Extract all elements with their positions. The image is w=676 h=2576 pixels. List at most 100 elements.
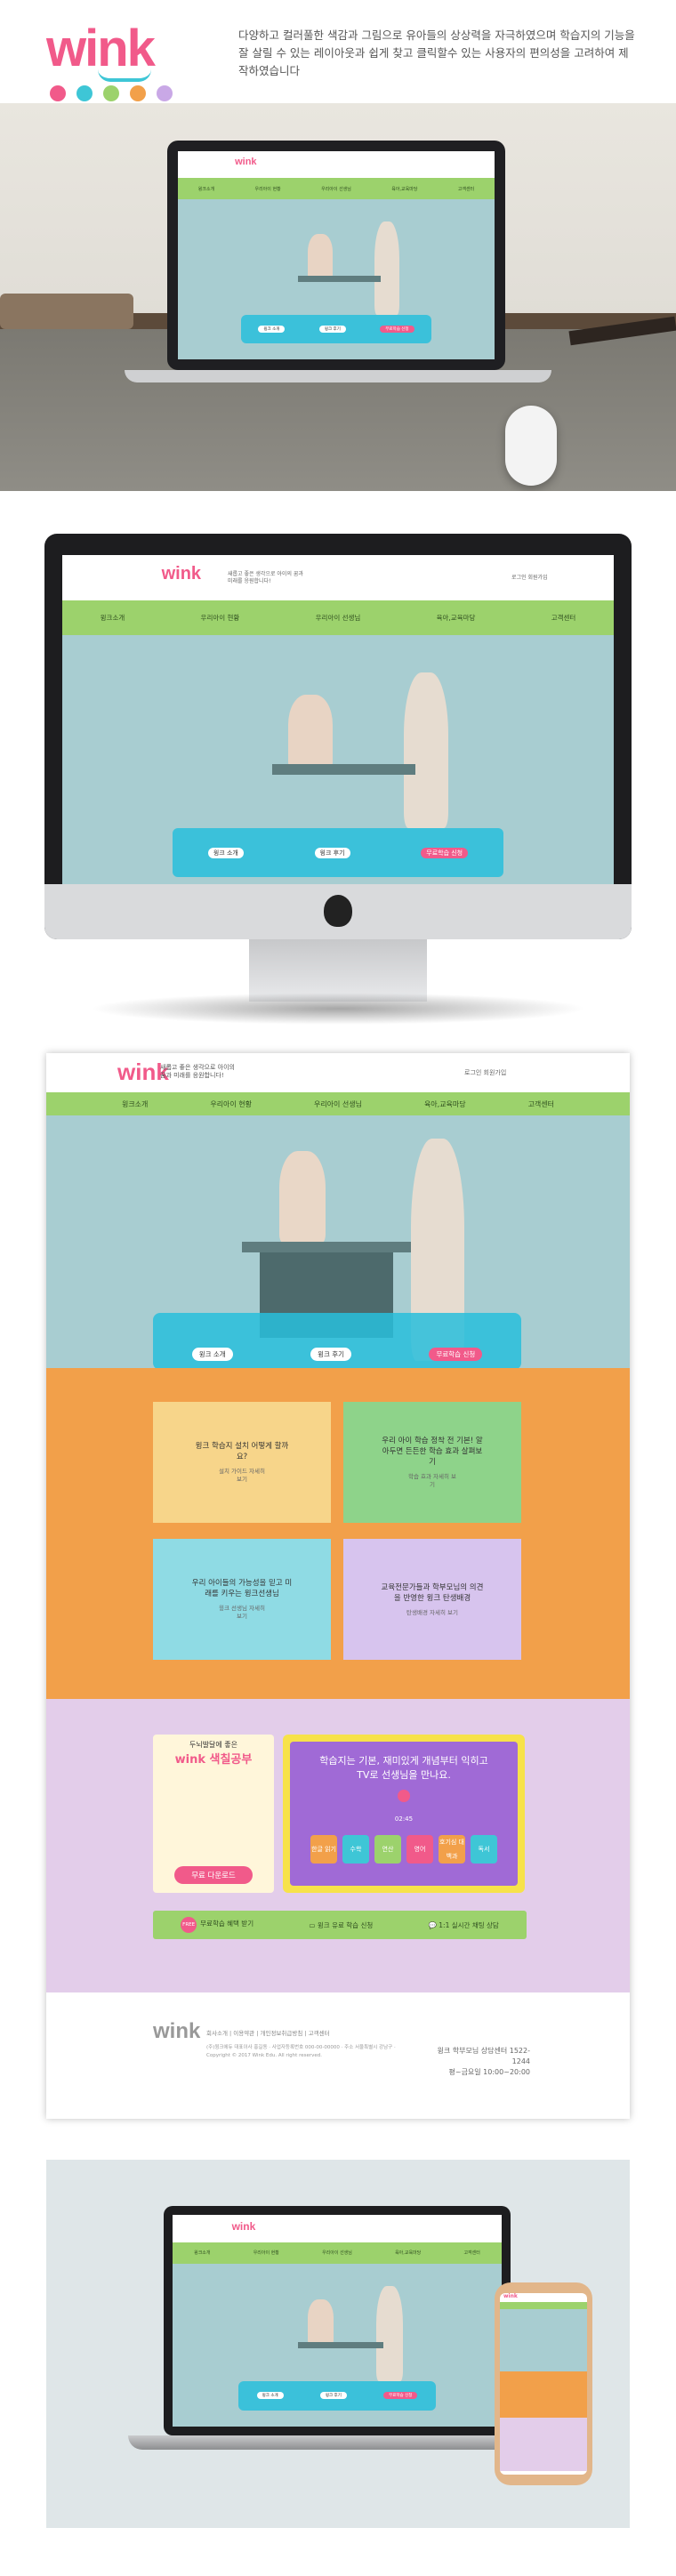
mini-logo: wink xyxy=(235,157,257,168)
phone-logo: wink xyxy=(503,2293,518,2299)
free-trial-button[interactable]: 무료학습 신청 xyxy=(380,325,414,333)
mini-nav-item[interactable]: 고객센터 xyxy=(551,613,576,623)
intro-button[interactable]: 윙크 소개 xyxy=(207,847,244,858)
content-section: 두뇌발달에 좋은 wink 색칠공부 무료 다운로드 학습지는 기본, 재미있게… xyxy=(46,1699,630,1992)
teacher-figure xyxy=(404,672,448,829)
card-teacher[interactable]: 우리 아이들의 가능성을 믿고 미래를 키우는 윙크선생님 윙크 선생님 자세히… xyxy=(153,1539,331,1660)
hero-button-bar: 윙크 소개 윙크 후기 무료학습 신청 xyxy=(153,1313,521,1370)
card-title: 우리 아이 학습 정착 전 기본! 알아두면 든든한 학습 효과 살펴보기 xyxy=(382,1437,483,1467)
laptop-screen: wink 윙크소개 우리아이 현황 우리아이 선생님 육아,교육마당 고객센터 … xyxy=(167,141,505,370)
mini-nav-item[interactable]: 우리아이 선생님 xyxy=(316,613,361,623)
card-more[interactable]: 탄생배경 자세히 보기 xyxy=(406,1609,459,1617)
tv-line-2: TV로 선생님을 만나요. xyxy=(357,1769,451,1781)
nav-item-teacher[interactable]: 우리아이 선생님 xyxy=(314,1099,362,1109)
download-button[interactable]: 무료 다운로드 xyxy=(174,1866,253,1884)
wood-block xyxy=(0,294,133,329)
site-header: wink 새롭고 좋은 생각으로 아이의 꿈과 미래를 응원합니다! 로그인 회… xyxy=(46,1053,630,1092)
footer-links[interactable]: 회사소개 | 이용약관 | 개인정보취급방침 | 고객센터 xyxy=(206,2028,330,2037)
mini-nav-item[interactable]: 우리아이 현황 xyxy=(254,186,280,192)
intro-button[interactable]: 윙크 소개 xyxy=(256,2392,284,2400)
chip-reading[interactable]: 독서 xyxy=(471,1835,497,1864)
logo-dot-cyan xyxy=(76,85,93,101)
review-button[interactable]: 윙크 후기 xyxy=(319,2392,347,2400)
main-nav: 윙크소개 우리아이 현황 우리아이 선생님 육아,교육마당 고객센터 xyxy=(46,1092,630,1115)
free-trial-button[interactable]: 무료학습 신청 xyxy=(421,847,469,858)
card-title: 우리 아이들의 가능성을 믿고 미래를 키우는 윙크선생님 xyxy=(191,1579,293,1598)
mini-nav-item[interactable]: 고객센터 xyxy=(458,186,474,192)
util-links[interactable]: 로그인 회원가입 xyxy=(464,1068,506,1077)
review-button[interactable]: 윙크 후기 xyxy=(310,1348,352,1361)
desk xyxy=(271,764,415,776)
card-title: 교육전문가들과 학부모님의 의견을 반영한 윙크 탄생배경 xyxy=(381,1582,484,1603)
mini-hero: 윙크 소개 윙크 후기 무료학습 신청 xyxy=(178,198,495,359)
review-button[interactable]: 윙크 후기 xyxy=(314,847,350,858)
coloring-book-banner[interactable]: 두뇌발달에 좋은 wink 색칠공부 무료 다운로드 xyxy=(153,1735,274,1893)
mini-nav-item[interactable]: 우리아이 현황 xyxy=(254,2250,279,2256)
mini-nav-item[interactable]: 육아,교육마당 xyxy=(391,186,417,192)
imac-screen: wink 새롭고 좋은 생각으로 아이의 꿈과 미래를 응원합니다! 로그인 회… xyxy=(62,555,614,904)
nav-item-intro[interactable]: 윙크소개 xyxy=(122,1099,148,1109)
mini-site: wink 새롭고 좋은 생각으로 아이의 꿈과 미래를 응원합니다! 로그인 회… xyxy=(62,555,614,904)
intro-description: 다양하고 컬러풀한 색감과 그림으로 유아들의 상상력을 자극하였으며 학습지의… xyxy=(238,28,635,77)
footer-info: (주)윙크에듀 대표이사 홍길동 · 사업자등록번호 000-00-00000 … xyxy=(206,2045,396,2058)
wink-logo: wink xyxy=(46,23,197,103)
mini-nav-item[interactable]: 우리아이 현황 xyxy=(201,613,240,623)
card-effect[interactable]: 우리 아이 학습 정착 전 기본! 알아두면 든든한 학습 효과 살펴보기 학습… xyxy=(343,1402,521,1523)
mini-nav-item[interactable]: 육아,교육마당 xyxy=(395,2250,421,2256)
logo-dots xyxy=(50,85,173,101)
free-trial-button[interactable]: 무료학습 신청 xyxy=(429,1348,483,1361)
logo-word: wink xyxy=(46,20,156,77)
review-button[interactable]: 윙크 후기 xyxy=(318,325,346,333)
kid-figure xyxy=(279,1151,326,1244)
mini-nav-item[interactable]: 윙크소개 xyxy=(101,613,125,623)
card-origin[interactable]: 교육전문가들과 학부모님의 의견을 반영한 윙크 탄생배경 탄생배경 자세히 보… xyxy=(343,1539,521,1660)
mini-logo: wink xyxy=(231,2220,256,2234)
mini-nav-item[interactable]: 우리아이 선생님 xyxy=(322,2250,352,2256)
mini-site: wink 윙크소개 우리아이 현황 우리아이 선생님 육아,교육마당 고객센터 … xyxy=(173,2215,502,2427)
card-title: 윙크 학습지 설치 어떻게 할까요? xyxy=(195,1442,289,1461)
laptop-base xyxy=(125,370,551,382)
chip-english[interactable]: 영어 xyxy=(406,1835,433,1864)
mini-header: wink xyxy=(178,151,495,179)
book-pre: 두뇌발달에 좋은 xyxy=(189,1741,238,1749)
mini-logo: wink xyxy=(161,564,202,584)
call-hours: 평~금요일 10:00~20:00 xyxy=(448,2068,531,2076)
card-install[interactable]: 윙크 학습지 설치 어떻게 할까요? 설치 가이드 자세히 보기 xyxy=(153,1402,331,1523)
phone-nav xyxy=(500,2302,587,2309)
phone-cards xyxy=(500,2371,587,2418)
mini-nav-item[interactable]: 육아,교육마당 xyxy=(437,613,476,623)
nav-item-parenting[interactable]: 육아,교육마당 xyxy=(424,1099,466,1109)
mini-nav: 윙크소개 우리아이 현황 우리아이 선생님 육아,교육마당 고객센터 xyxy=(62,600,614,636)
paid-apply-link[interactable]: ▭ 윙크 유료 학습 신청 xyxy=(309,1920,373,1930)
nav-item-status[interactable]: 우리아이 현황 xyxy=(210,1099,252,1109)
service-strip: FREE 무료학습 혜택 받기 ▭ 윙크 유료 학습 신청 💬 1:1 실시간 채… xyxy=(153,1911,527,1939)
chip-korean[interactable]: 한글 읽기 xyxy=(310,1835,337,1864)
play-icon[interactable] xyxy=(398,1790,410,1802)
chip-calc[interactable]: 연산 xyxy=(374,1835,401,1864)
card-more[interactable]: 윙크 선생님 자세히 보기 xyxy=(215,1605,269,1621)
full-page-mockup: wink 새롭고 좋은 생각으로 아이의 꿈과 미래를 응원합니다! 로그인 회… xyxy=(46,1053,630,2119)
desk xyxy=(297,2341,383,2349)
mini-site: wink 윙크소개 우리아이 현황 우리아이 선생님 육아,교육마당 고객센터 … xyxy=(178,151,495,359)
mini-nav-item[interactable]: 고객센터 xyxy=(463,2250,479,2256)
phone-hero xyxy=(500,2309,587,2371)
teacher-figure xyxy=(376,2286,403,2381)
chip-math[interactable]: 수학 xyxy=(342,1835,369,1864)
site-footer: wink 회사소개 | 이용약관 | 개인정보취급방침 | 고객센터 (주)윙크… xyxy=(46,1992,630,2119)
chat-link[interactable]: 💬 1:1 실시간 채팅 상담 xyxy=(429,1920,499,1930)
intro-button[interactable]: 윙크 소개 xyxy=(191,1348,233,1361)
mini-nav-item[interactable]: 윙크소개 xyxy=(194,2250,210,2256)
stand-shadow xyxy=(89,993,587,1025)
free-benefit-link[interactable]: FREE 무료학습 혜택 받기 xyxy=(181,1917,254,1933)
mini-util-links[interactable]: 로그인 회원가입 xyxy=(511,573,548,581)
tv-screen: 학습지는 기본, 재미있게 개념부터 익히고 TV로 선생님을 만나요. 02:… xyxy=(290,1742,518,1886)
intro-button[interactable]: 윙크 소개 xyxy=(258,325,286,333)
mini-nav-item[interactable]: 윙크소개 xyxy=(198,186,214,192)
mini-nav-item[interactable]: 우리아이 선생님 xyxy=(321,186,351,192)
nav-item-support[interactable]: 고객센터 xyxy=(528,1099,554,1109)
card-more[interactable]: 설치 가이드 자세히 보기 xyxy=(215,1468,269,1484)
chip-science[interactable]: 호기심 대백과 xyxy=(439,1835,465,1864)
free-trial-button[interactable]: 무료학습 신청 xyxy=(383,2392,418,2400)
card-more[interactable]: 학습 효과 자세히 보기 xyxy=(406,1473,459,1489)
mini-hero-buttons: 윙크 소개 윙크 후기 무료학습 신청 xyxy=(173,828,503,877)
